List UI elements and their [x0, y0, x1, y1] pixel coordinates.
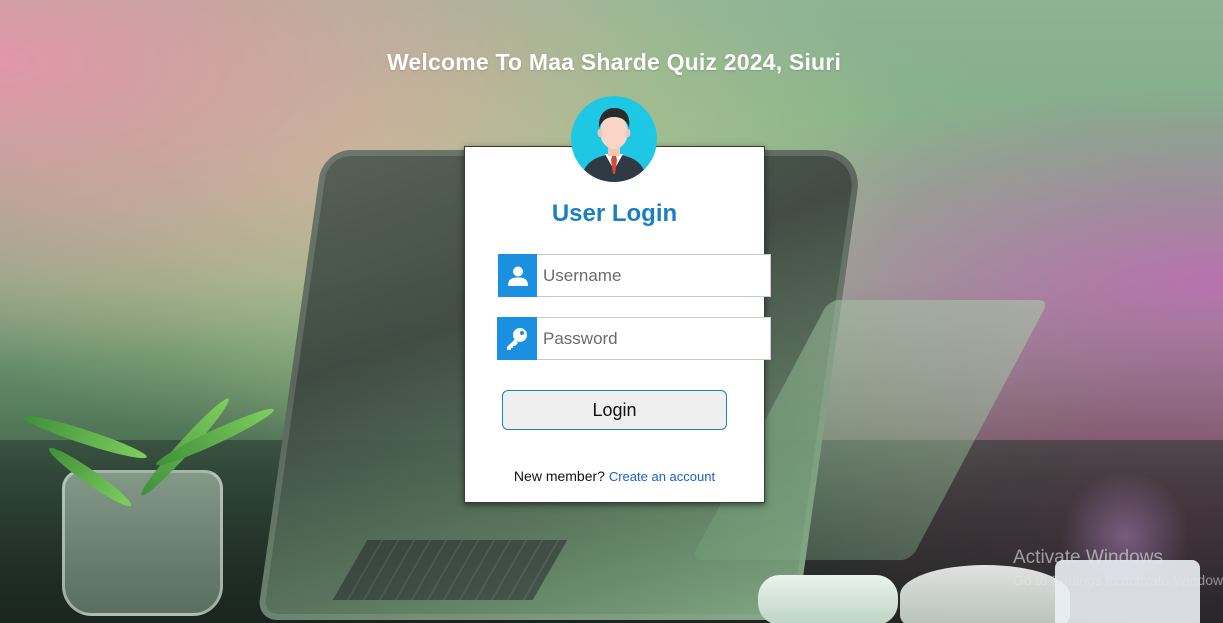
user-avatar-icon — [571, 96, 657, 182]
login-card: User Login Login New member? — [464, 146, 771, 503]
earbuds-background — [758, 575, 898, 623]
pot-background — [1055, 560, 1200, 623]
password-input[interactable] — [537, 317, 771, 360]
signup-prompt: New member? — [513, 468, 605, 484]
keyboard-background — [332, 540, 568, 600]
username-input[interactable] — [537, 254, 771, 297]
login-page: Welcome To Maa Sharde Quiz 2024, Siuri U… — [0, 0, 1223, 623]
signup-line: New member? Create an account — [465, 468, 764, 484]
activate-windows-subtitle: Go to Settings to activate Windows. — [1013, 572, 1223, 588]
password-field — [497, 317, 771, 360]
user-icon — [498, 254, 537, 297]
create-account-link[interactable]: Create an account — [609, 469, 715, 484]
username-field — [498, 254, 771, 297]
activate-windows-title: Activate Windows — [1013, 547, 1163, 568]
key-icon — [497, 317, 537, 360]
card-title: User Login — [551, 200, 678, 227]
welcome-title: Welcome To Maa Sharde Quiz 2024, Siuri — [386, 49, 842, 75]
login-button[interactable]: Login — [502, 390, 727, 430]
